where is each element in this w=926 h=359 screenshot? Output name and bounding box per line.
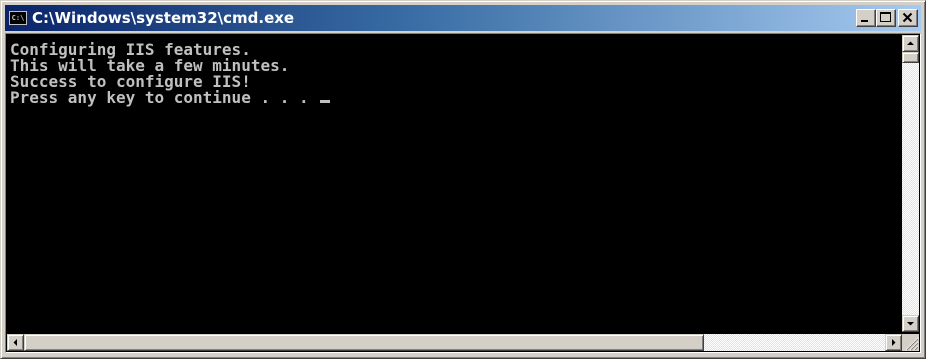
cmd-icon[interactable]: C:\ [9,11,27,25]
minimize-button[interactable] [856,9,876,27]
caption-buttons [856,9,918,27]
title-bar[interactable]: C:\ C:\Windows\system32\cmd.exe [5,5,921,31]
scroll-down-button[interactable] [902,315,919,332]
console-line: Press any key to continue . . . [10,88,319,107]
console-prompt-line: Press any key to continue . . . [10,88,331,107]
text-cursor [320,100,331,103]
console-lines: Configuring IIS features. This will take… [10,42,331,107]
arrow-right-icon [892,339,896,346]
horizontal-scroll-thumb[interactable] [24,334,704,351]
close-icon [902,12,913,23]
horizontal-scrollbar[interactable] [7,334,902,351]
window-title: C:\Windows\system32\cmd.exe [32,9,295,27]
console-frame: Configuring IIS features. This will take… [5,33,921,353]
maximize-button[interactable] [876,9,896,27]
maximize-icon [880,12,891,22]
console-output[interactable]: Configuring IIS features. This will take… [7,35,902,332]
scroll-up-button[interactable] [902,35,919,52]
arrow-down-icon [907,322,914,326]
scroll-left-button[interactable] [7,334,24,351]
scroll-right-button[interactable] [885,334,902,351]
arrow-left-icon [13,339,17,346]
close-button[interactable] [898,9,918,27]
arrow-up-icon [907,41,914,45]
vertical-scroll-thumb[interactable] [902,52,919,63]
minimize-icon [861,20,868,22]
cmd-window: C:\ C:\Windows\system32\cmd.exe Configur… [0,0,926,359]
size-grip[interactable] [902,334,919,351]
vertical-scrollbar[interactable] [902,35,919,332]
resize-grip-icon [905,337,919,351]
